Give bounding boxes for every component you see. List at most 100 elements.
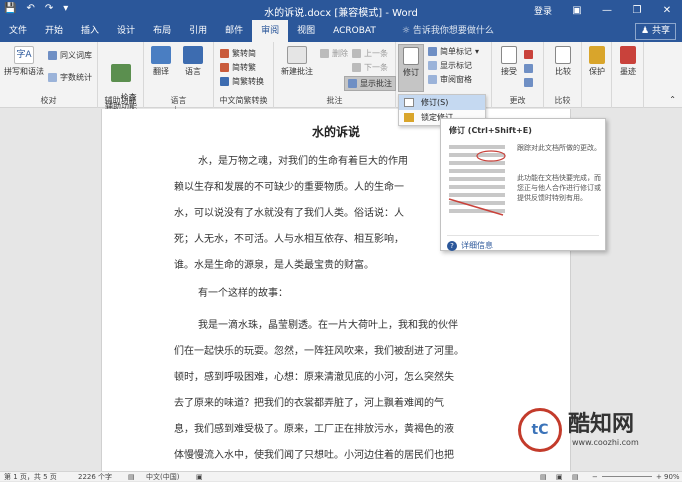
accept-label: 接受 — [501, 67, 517, 76]
previous-comment-button[interactable]: 上一条 — [352, 48, 388, 59]
restore-icon[interactable]: ❐ — [622, 0, 652, 20]
menu-item-track-changes[interactable]: 修订(S) — [399, 95, 485, 110]
new-comment-button[interactable]: 新建批注 — [278, 46, 316, 77]
translate-button[interactable]: 翻译 — [146, 46, 176, 77]
tab-review[interactable]: 审阅 — [252, 20, 289, 42]
chinese-conversion-label: 简繁转换 — [232, 77, 264, 86]
window-controls: ▣ — ❐ ✕ — [562, 0, 682, 20]
vertical-scrollbar[interactable] — [672, 109, 682, 471]
reviewing-pane-label: 审阅窗格 — [440, 75, 472, 84]
tab-insert[interactable]: 插入 — [72, 20, 108, 42]
close-icon[interactable]: ✕ — [652, 0, 682, 20]
chinese-conversion-button[interactable]: 简繁转换 — [220, 76, 264, 87]
paragraph-line: 水，是万物之魂，对我们的生命有着巨大的作用 — [198, 156, 408, 167]
spelling-grammar-button[interactable]: 字A 拼写和语法 — [3, 46, 45, 77]
group-label-compare: 比较 — [554, 96, 571, 105]
login-link[interactable]: 登录 — [534, 4, 552, 17]
tooltip-more-info-label: 详细信息 — [461, 241, 493, 250]
group-label-language: 语言 — [170, 96, 187, 105]
compare-button[interactable]: 比较 — [548, 46, 578, 77]
group-label-changes: 更改 — [509, 96, 526, 105]
group-compare: 比较 比较 — [544, 42, 582, 108]
minimize-icon[interactable]: — — [592, 0, 622, 20]
paragraph-line: 体慢慢流入水中，使我们闻了只想吐。小河边住着的居民们也把 — [174, 450, 454, 461]
tooltip-description-1: 跟踪对此文档所做的更改。 — [517, 144, 601, 152]
chinese-conversion-icon — [220, 77, 229, 86]
paragraph-line: 息，我们感到难受极了。原来，工厂正在排放污水，黄褐色的液 — [174, 424, 454, 435]
show-comments-button[interactable]: 显示批注 — [344, 76, 396, 91]
tell-me-text: 告诉我你想要做什么 — [412, 26, 494, 36]
show-markup-button[interactable]: 显示标记 — [428, 60, 472, 71]
reviewing-pane-button[interactable]: 审阅窗格 — [428, 74, 472, 85]
word-count-label: 字数统计 — [60, 73, 92, 82]
previous-change-button[interactable] — [524, 64, 533, 73]
tab-home[interactable]: 开始 — [36, 20, 72, 42]
thesaurus-button[interactable]: 同义词库 — [48, 50, 92, 61]
previous-change-icon — [524, 64, 533, 73]
track-changes-menu-icon — [404, 98, 414, 107]
protect-label: 保护 — [589, 67, 605, 76]
tell-me-box[interactable]: ☼ 告诉我你想要做什么 — [393, 20, 503, 42]
accept-button[interactable]: 接受 — [496, 46, 522, 77]
tab-design[interactable]: 设计 — [108, 20, 144, 42]
paragraph-line: 顿时，感到呼吸困难，心想：原来清澈见底的小河，怎么突然失 — [174, 372, 454, 383]
paragraph-line: 我是一滴水珠，晶莹剔透。在一片大荷叶上，我和我的伙伴 — [198, 320, 458, 331]
help-icon: ? — [447, 240, 457, 251]
delete-comment-button[interactable]: 删除 — [320, 48, 348, 59]
show-markup-icon — [428, 61, 437, 70]
protect-button[interactable]: 保护 — [584, 46, 610, 77]
tooltip-more-info-link[interactable]: ? 详细信息 — [447, 235, 599, 251]
ink-button[interactable]: 墨迹 — [614, 46, 642, 77]
next-change-button[interactable] — [524, 78, 533, 87]
zoom-slider[interactable] — [602, 476, 652, 477]
simp-to-trad-icon — [220, 63, 229, 72]
paragraph-line: 水，可以说没有了水就没有了我们人类。俗话说：人 — [174, 208, 404, 219]
simp-to-trad-button[interactable]: 简转繁 — [220, 62, 256, 73]
translate-icon — [151, 46, 171, 64]
watermark-url: www.coozhi.com — [572, 438, 639, 447]
track-changes-icon — [403, 47, 419, 65]
group-protect: 保护 — [582, 42, 612, 108]
next-comment-label: 下一条 — [364, 63, 388, 72]
markup-display-select[interactable]: 简单标记 ▾ — [428, 46, 479, 57]
tab-view[interactable]: 视图 — [288, 20, 324, 42]
tooltip-title: 修订 (Ctrl+Shift+E) — [449, 126, 532, 135]
watermark-name: 酷知网 — [568, 411, 635, 437]
tab-acrobat[interactable]: ACROBAT — [324, 20, 385, 42]
language-button[interactable]: 语言 — [178, 46, 208, 77]
language-label: 语言 — [185, 67, 201, 76]
group-accessibility: 检查 辅助功能 辅助功能 — [98, 42, 144, 111]
track-changes-button[interactable]: 修订 — [398, 44, 424, 92]
tab-file[interactable]: 文件 — [0, 20, 36, 42]
collapse-ribbon-icon[interactable]: ⌃ — [669, 95, 676, 104]
group-label-comments: 批注 — [326, 96, 343, 105]
track-changes-tooltip: 修订 (Ctrl+Shift+E) 跟踪对此文档所做的更改。 此功能在文档快要完… — [440, 118, 606, 251]
ribbon-tabs: 文件 开始 插入 设计 布局 引用 邮件 审阅 视图 ACROBAT ☼ 告诉我… — [0, 20, 682, 42]
watermark-logo: tC — [518, 408, 562, 452]
next-comment-button[interactable]: 下一条 — [352, 62, 388, 73]
delete-comment-icon — [320, 49, 329, 58]
trad-to-simp-button[interactable]: 繁转简 — [220, 48, 256, 59]
group-chinese-conversion: 繁转简 简转繁 简繁转换 中文简繁转换 — [214, 42, 274, 108]
thesaurus-label: 同义词库 — [60, 51, 92, 60]
track-changes-preview-image — [448, 145, 506, 216]
accept-icon — [501, 46, 517, 64]
tab-mailings[interactable]: 邮件 — [216, 20, 252, 42]
paragraph-line: 赖以生存和发展的不可缺少的重要物质。人的生命一 — [174, 182, 404, 193]
show-comments-label: 显示批注 — [360, 79, 392, 88]
reviewing-pane-icon — [428, 75, 437, 84]
tab-references[interactable]: 引用 — [180, 20, 216, 42]
share-label: 共享 — [651, 26, 670, 36]
next-comment-icon — [352, 63, 361, 72]
delete-comment-label: 删除 — [332, 49, 348, 58]
share-button[interactable]: ♟ 共享 — [635, 23, 676, 40]
group-label-accessibility: 辅助功能 — [104, 96, 137, 105]
group-comments: 新建批注 删除 上一条 下一条 显示批注 批注 — [274, 42, 396, 108]
paragraph-line: 谁。水是生命的源泉，是人类最宝贵的财富。 — [174, 260, 374, 271]
ribbon-display-options-icon[interactable]: ▣ — [562, 0, 592, 20]
word-count-button[interactable]: 字数统计 — [48, 72, 92, 83]
tooltip-description-2: 此功能在文档快要完成，而您正与他人合作进行修订或提供反馈时特别有用。 — [517, 174, 601, 202]
reject-button[interactable] — [524, 50, 533, 59]
compare-icon — [555, 46, 571, 64]
tab-layout[interactable]: 布局 — [144, 20, 180, 42]
